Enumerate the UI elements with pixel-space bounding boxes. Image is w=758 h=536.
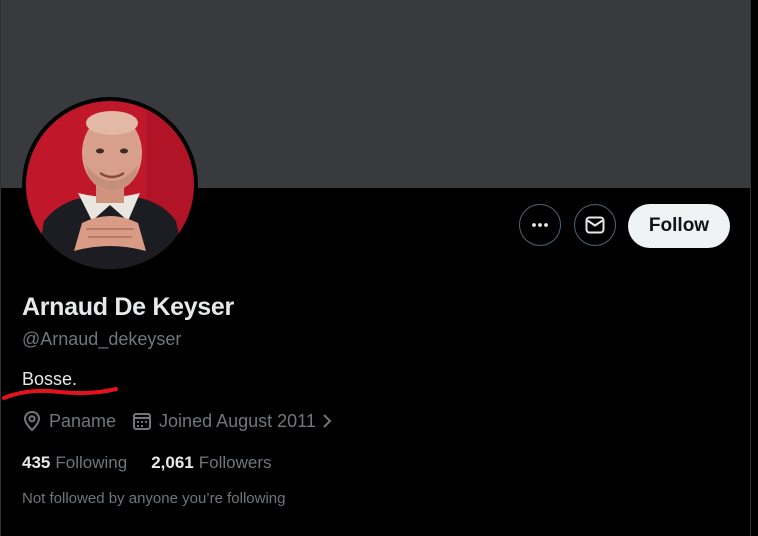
joined-text: Joined August 2011: [159, 410, 316, 431]
avatar[interactable]: [22, 97, 198, 273]
page-border-right: [750, 0, 751, 536]
followed-by-note: Not followed by anyone you’re following: [22, 490, 286, 507]
followers-link[interactable]: 2,061 Followers: [151, 453, 271, 473]
location-pin-icon: [23, 410, 41, 432]
following-link[interactable]: 435 Following: [22, 453, 127, 473]
message-button[interactable]: [574, 204, 616, 246]
user-handle: @Arnaud_dekeyser: [22, 329, 182, 349]
more-horizontal-icon: [532, 223, 548, 227]
follow-button[interactable]: Follow: [628, 204, 730, 248]
following-count: 435: [22, 453, 51, 472]
following-label: Following: [55, 453, 128, 472]
calendar-icon: [133, 413, 152, 430]
chevron-right-icon: [322, 413, 339, 429]
location-text: Paname: [49, 410, 117, 431]
profile-meta: Paname Joined August 2011: [22, 408, 339, 434]
avatar-photo: [26, 101, 194, 269]
more-options-button[interactable]: [519, 204, 561, 246]
followers-count: 2,061: [151, 453, 194, 472]
display-name: Arnaud De Keyser: [22, 293, 234, 321]
red-underline-annotation: [2, 387, 118, 400]
location-item: Paname: [22, 410, 116, 432]
follow-stats: 435 Following 2,061 Followers: [22, 451, 271, 475]
followers-label: Followers: [198, 453, 272, 472]
joined-item[interactable]: Joined August 2011: [132, 411, 339, 432]
envelope-icon: [585, 216, 605, 234]
